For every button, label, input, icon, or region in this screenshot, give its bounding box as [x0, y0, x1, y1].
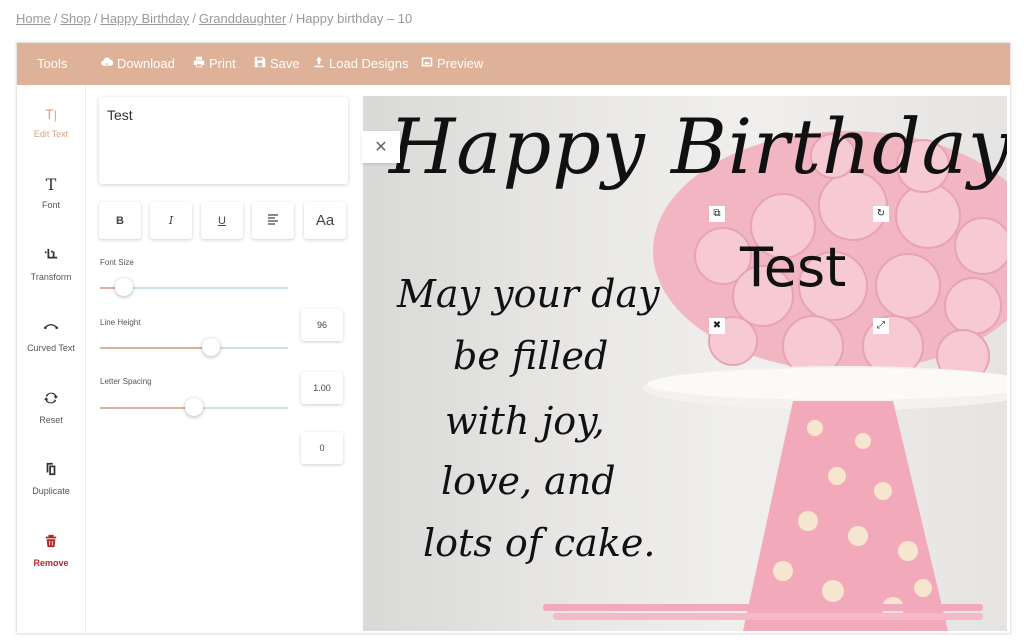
tool-sidebar: T| Edit Text T Font Transform Curved Tex…: [17, 85, 86, 633]
load-designs-label: Load Designs: [329, 56, 409, 71]
font-size-label: Font Size: [100, 258, 134, 267]
save-button[interactable]: Save: [254, 56, 300, 71]
sidebar-item-reset[interactable]: Reset: [17, 391, 85, 425]
sidebar-item-label: Duplicate: [32, 486, 70, 496]
letter-spacing-label: Letter Spacing: [100, 377, 152, 386]
breadcrumb-current: Happy birthday – 10: [295, 11, 413, 26]
slider-handle[interactable]: [185, 398, 203, 416]
trash-icon: ✖: [712, 320, 722, 331]
line-height-value[interactable]: 1.00: [301, 372, 343, 404]
italic-button[interactable]: I: [150, 202, 192, 239]
message-line-3[interactable]: with joy,: [445, 399, 605, 443]
bold-button[interactable]: B: [99, 202, 141, 239]
top-toolbar: Tools Download Print Save Load Designs P…: [17, 43, 1010, 85]
copy-handle[interactable]: ⧉: [709, 206, 725, 222]
sidebar-item-label: Reset: [39, 415, 63, 425]
font-size-value[interactable]: 96: [301, 309, 343, 341]
tools-label: Tools: [37, 56, 68, 71]
sidebar-item-edit-text[interactable]: T| Edit Text: [17, 105, 85, 139]
message-line-1[interactable]: May your day: [397, 272, 660, 316]
message-line-5[interactable]: lots of cake.: [423, 521, 655, 565]
breadcrumb-granddaughter[interactable]: Granddaughter: [199, 11, 286, 26]
preview-button[interactable]: Preview: [421, 56, 483, 71]
letter-spacing-slider[interactable]: [100, 398, 288, 416]
close-panel-button[interactable]: ✕: [362, 131, 400, 163]
load-designs-button[interactable]: Load Designs: [313, 56, 409, 71]
font-size-slider[interactable]: [100, 278, 288, 296]
slider-fill: [100, 407, 194, 409]
design-canvas[interactable]: Happy Birthday Test May your day be fill…: [363, 96, 1007, 631]
delete-handle[interactable]: ✖: [709, 318, 725, 334]
printer-icon: [193, 56, 205, 71]
preview-label: Preview: [437, 56, 484, 71]
download-label: Download: [117, 56, 175, 71]
breadcrumb-happy-birthday[interactable]: Happy Birthday: [100, 11, 189, 26]
letter-spacing-value[interactable]: 0: [301, 432, 343, 464]
designer-app: Tools Download Print Save Load Designs P…: [16, 42, 1011, 634]
upload-icon: [313, 56, 325, 71]
copy-icon: ⧉: [713, 208, 721, 219]
slider-fill: [100, 347, 211, 349]
text-case-button[interactable]: Aa: [304, 202, 346, 239]
font-icon: T: [45, 175, 57, 194]
rotate-icon: ↻: [876, 208, 886, 219]
sidebar-item-label: Remove: [33, 558, 69, 568]
reset-icon: [17, 391, 85, 409]
slider-handle[interactable]: [201, 338, 220, 356]
breadcrumb-home[interactable]: Home: [16, 11, 51, 26]
sidebar-item-curved-text[interactable]: Curved Text: [17, 319, 85, 353]
canvas-title-text[interactable]: Happy Birthday: [389, 102, 1007, 191]
message-line-4[interactable]: love, and: [441, 459, 616, 503]
download-button[interactable]: Download: [101, 56, 175, 71]
sidebar-item-label: Curved Text: [27, 343, 75, 353]
sidebar-item-font[interactable]: T Font: [17, 175, 85, 211]
trash-icon: [17, 534, 85, 552]
close-icon: ✕: [374, 139, 388, 156]
duplicate-icon: [17, 462, 85, 480]
sidebar-item-label: Edit Text: [33, 129, 69, 139]
curve-icon: [17, 319, 85, 337]
line-height-slider[interactable]: [100, 338, 288, 356]
sidebar-item-transform[interactable]: Transform: [17, 248, 85, 282]
breadcrumb-shop[interactable]: Shop: [60, 11, 90, 26]
text-edit-panel: Test B I U Aa Font Size 96 Line Height 1…: [86, 85, 360, 633]
sidebar-item-label: Font: [41, 200, 60, 210]
save-label: Save: [270, 56, 300, 71]
message-line-2[interactable]: be filled: [453, 334, 608, 378]
underline-button[interactable]: U: [201, 202, 243, 239]
align-left-icon: [267, 213, 279, 228]
print-label: Print: [209, 56, 236, 71]
rotate-handle[interactable]: ↻: [873, 206, 889, 222]
resize-icon: ⤢: [877, 320, 885, 331]
sidebar-item-remove[interactable]: Remove: [17, 534, 85, 568]
cloud-download-icon: [101, 56, 114, 71]
sidebar-item-label: Transform: [30, 272, 72, 282]
sidebar-item-duplicate[interactable]: Duplicate: [17, 462, 85, 496]
breadcrumb: Home / Shop / Happy Birthday / Granddaughter / H…: [16, 11, 413, 26]
print-button[interactable]: Print: [193, 56, 236, 71]
canvas-selected-text[interactable]: Test: [740, 236, 846, 299]
edit-text-icon: T|: [45, 106, 57, 122]
resize-handle[interactable]: ⤢: [873, 318, 889, 334]
text-input[interactable]: Test: [99, 97, 348, 184]
line-height-label: Line Height: [100, 318, 141, 327]
slider-handle[interactable]: [115, 278, 134, 296]
floppy-icon: [254, 56, 266, 71]
align-button[interactable]: [252, 202, 294, 239]
image-icon: [421, 56, 433, 71]
crop-icon: [17, 248, 85, 266]
